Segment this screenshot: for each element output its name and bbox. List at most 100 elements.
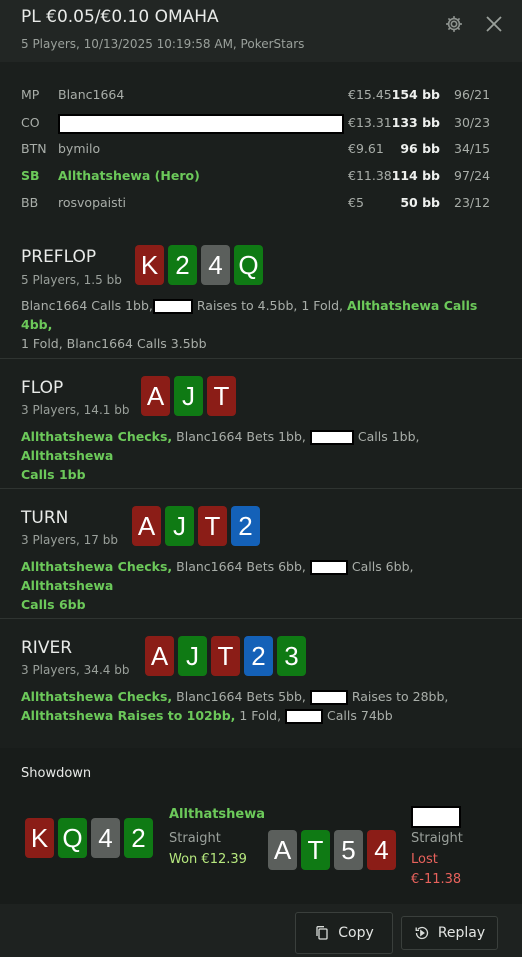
copy-label: Copy bbox=[338, 925, 374, 941]
player-row: CO €13.31 133 bb 30/23 bbox=[0, 110, 522, 136]
playing-card: 4 bbox=[91, 818, 120, 858]
player-name: Blanc1664 bbox=[58, 87, 125, 102]
street-name: TURN bbox=[21, 508, 69, 528]
action-text: 1 Fold, bbox=[239, 708, 282, 723]
action-text: Blanc1664 Bets 5bb, bbox=[176, 689, 306, 704]
close-icon[interactable] bbox=[484, 14, 504, 34]
hero-action: Calls 1bb bbox=[21, 467, 86, 482]
street-turn: TURN 3 Players, 17 bb A J T 2 Allthatshe… bbox=[0, 488, 522, 618]
player-row: BB rosvopaisti €5 50 bb 23/12 bbox=[0, 190, 522, 216]
showdown-villain-result: Lost bbox=[411, 852, 438, 867]
playing-card: 2 bbox=[168, 245, 197, 285]
redaction-box bbox=[285, 709, 324, 724]
player-position: MP bbox=[21, 87, 40, 102]
playing-card: 2 bbox=[231, 506, 260, 546]
hero-action: Allthatshewa Checks, bbox=[21, 689, 173, 704]
player-bb: 133 bb bbox=[391, 115, 440, 130]
hero-action: Calls 6bb bbox=[21, 597, 86, 612]
street-preflop: PREFLOP 5 Players, 1.5 bb K 2 4 Q Blanc1… bbox=[0, 228, 522, 358]
copy-icon bbox=[316, 926, 328, 940]
hero-hole-cards: K Q 4 2 bbox=[25, 818, 153, 858]
player-stack: €15.45 bbox=[348, 87, 392, 102]
street-actions: Blanc1664 Calls 1bb, Raises to 4.5bb, 1 … bbox=[21, 296, 491, 353]
action-text: Blanc1664 Bets 6bb, bbox=[176, 559, 306, 574]
replay-button[interactable]: Replay bbox=[401, 916, 498, 950]
player-position: BB bbox=[21, 195, 39, 210]
player-position: CO bbox=[21, 115, 40, 130]
action-text: 1 Fold, Blanc1664 Calls 3.5bb bbox=[21, 336, 207, 351]
board-cards: K 2 4 Q bbox=[135, 245, 263, 285]
board-cards: A J T 2 3 bbox=[145, 636, 306, 676]
player-stack: €11.38 bbox=[348, 168, 392, 183]
page-title: PL €0.05/€0.10 OMAHA bbox=[21, 7, 219, 27]
street-flop: FLOP 3 Players, 14.1 bb A J T Allthatshe… bbox=[0, 358, 522, 488]
showdown-hero-name: Allthatshewa bbox=[169, 807, 266, 822]
player-name: bymilo bbox=[58, 141, 101, 156]
hand-subtitle: 5 Players, 10/13/2025 10:19:58 AM, Poker… bbox=[21, 37, 305, 51]
player-stack: €9.61 bbox=[348, 141, 384, 156]
action-text: Blanc1664 Calls 1bb, bbox=[21, 298, 153, 313]
redaction-box bbox=[309, 430, 354, 445]
action-text: Calls 6bb, bbox=[351, 559, 414, 574]
street-name: FLOP bbox=[21, 378, 64, 398]
playing-card: T bbox=[207, 376, 236, 416]
playing-card: A bbox=[132, 506, 161, 546]
player-name-redacted bbox=[58, 113, 344, 134]
street-info: 3 Players, 34.4 bb bbox=[21, 663, 130, 677]
showdown-hero-result: Won €12.39 bbox=[169, 852, 247, 867]
playing-card: 3 bbox=[277, 636, 306, 676]
player-stats: 96/21 bbox=[454, 87, 491, 102]
player-row: BTN bymilo €9.61 96 bb 34/15 bbox=[0, 136, 522, 162]
playing-card: A bbox=[145, 636, 174, 676]
footer: Copy Replay bbox=[0, 904, 522, 957]
copy-button[interactable]: Copy bbox=[295, 912, 393, 954]
redaction-box bbox=[309, 690, 348, 705]
player-stack: €13.31 bbox=[348, 115, 392, 130]
replay-label: Replay bbox=[437, 925, 486, 941]
header: PL €0.05/€0.10 OMAHA 5 Players, 10/13/20… bbox=[0, 0, 522, 62]
hero-action: Allthatshewa bbox=[21, 448, 114, 463]
playing-card: T bbox=[301, 830, 330, 870]
player-name: rosvopaisti bbox=[58, 195, 127, 210]
action-text: Raises to 28bb, bbox=[351, 689, 449, 704]
playing-card: 4 bbox=[367, 830, 396, 870]
playing-card: Q bbox=[58, 818, 87, 858]
players-table: MP Blanc1664 €15.45 154 bb 96/21 CO €13.… bbox=[0, 62, 522, 224]
street-actions: Allthatshewa Checks, Blanc1664 Bets 1bb,… bbox=[21, 427, 491, 484]
showdown-hero-hand: Straight bbox=[169, 831, 221, 846]
playing-card: Q bbox=[234, 245, 263, 285]
player-bb: 50 bb bbox=[400, 195, 440, 210]
hero-action: Allthatshewa Checks, bbox=[21, 559, 173, 574]
action-text: Calls 74bb bbox=[327, 708, 393, 723]
action-text: Blanc1664 Bets 1bb, bbox=[176, 429, 306, 444]
playing-card: J bbox=[174, 376, 203, 416]
player-stats: 97/24 bbox=[454, 168, 491, 183]
playing-card: J bbox=[165, 506, 194, 546]
playing-card: 2 bbox=[124, 818, 153, 858]
showdown-villain-hand: Straight bbox=[411, 831, 463, 846]
gear-icon[interactable] bbox=[444, 14, 464, 34]
showdown-panel: Showdown K Q 4 2 Allthatshewa Straight W… bbox=[0, 748, 522, 904]
player-bb: 96 bb bbox=[400, 141, 440, 156]
redaction-box bbox=[58, 113, 344, 134]
player-bb: 114 bb bbox=[391, 168, 440, 183]
street-name: PREFLOP bbox=[21, 247, 97, 267]
redaction-box bbox=[309, 560, 348, 575]
street-actions: Allthatshewa Checks, Blanc1664 Bets 6bb,… bbox=[21, 557, 491, 614]
board-cards: A J T 2 bbox=[132, 506, 260, 546]
playing-card: 5 bbox=[334, 830, 363, 870]
playing-card: J bbox=[178, 636, 207, 676]
playing-card: 4 bbox=[201, 245, 230, 285]
player-name: Allthatshewa (Hero) bbox=[58, 168, 200, 183]
player-stats: 34/15 bbox=[454, 141, 491, 156]
player-stack: €5 bbox=[348, 195, 364, 210]
playing-card: A bbox=[268, 830, 297, 870]
redaction-box bbox=[152, 299, 193, 314]
playing-card: T bbox=[198, 506, 227, 546]
showdown-title: Showdown bbox=[21, 766, 92, 781]
street-info: 3 Players, 17 bb bbox=[21, 533, 118, 547]
player-position: SB bbox=[21, 168, 40, 183]
player-bb: 154 bb bbox=[391, 87, 440, 102]
action-text: Raises to 4.5bb, 1 Fold, bbox=[192, 298, 344, 313]
replay-icon bbox=[415, 926, 428, 940]
